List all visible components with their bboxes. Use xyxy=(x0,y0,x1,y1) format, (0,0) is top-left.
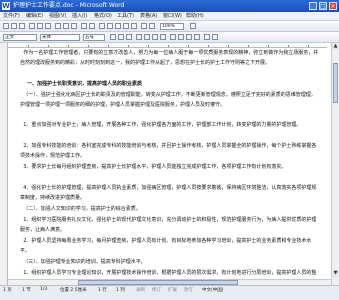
window-title: 护理护士工作要点.doc - Microsoft Word xyxy=(13,2,125,9)
paragraph-item: （一）、强护士强化化病区护士长的职责及的管理职能，转变从护理工作，不断更新管理观… xyxy=(20,92,316,108)
close-button[interactable]: × xyxy=(329,2,337,10)
standard-toolbar: 100% xyxy=(0,21,339,32)
minimize-button[interactable]: _ xyxy=(309,2,317,10)
cut-icon[interactable] xyxy=(55,23,61,29)
section-heading: 一、加强护士长职责意识，提高护理人员的职业素质 xyxy=(20,81,142,87)
menu-insert[interactable]: 插入(I) xyxy=(72,12,87,21)
bold-icon[interactable] xyxy=(110,34,116,40)
align-center-icon[interactable] xyxy=(144,34,150,40)
status-position: 1/3 xyxy=(40,287,48,292)
scroll-up-icon[interactable]: ▲ xyxy=(332,43,339,50)
maximize-button[interactable]: □ xyxy=(319,2,327,10)
help-icon[interactable] xyxy=(190,23,196,29)
menu-format[interactable]: 格式(O) xyxy=(94,12,112,21)
vertical-ruler xyxy=(0,43,8,285)
status-at: 位置 2.5厘米 xyxy=(60,288,87,293)
print-preview-icon[interactable] xyxy=(37,23,43,29)
undo-icon[interactable] xyxy=(81,23,87,29)
drawing-icon[interactable] xyxy=(131,23,137,29)
paragraph-item: 3、要求护士长每月组织护理查房，提高护士长护理水平，护理人员能独立完成护理工作，… xyxy=(20,164,287,170)
underline-icon[interactable] xyxy=(126,34,132,40)
status-ext[interactable]: 扩展 xyxy=(168,287,177,293)
excel-icon[interactable] xyxy=(115,23,121,29)
copy-icon[interactable] xyxy=(63,23,69,29)
italic-icon[interactable] xyxy=(118,34,124,40)
status-rec[interactable]: 录制 xyxy=(136,287,145,293)
scroll-thumb[interactable] xyxy=(333,63,338,103)
decrease-indent-icon[interactable] xyxy=(186,34,192,40)
menu-view[interactable]: 视图(V) xyxy=(49,12,66,21)
new-icon[interactable] xyxy=(3,23,9,29)
spelling-icon[interactable] xyxy=(45,23,51,29)
increase-indent-icon[interactable] xyxy=(194,34,200,40)
bullets-icon[interactable] xyxy=(178,34,184,40)
paragraph-item: （二）、加强人文知识的学习，提高护士的综合素质。 xyxy=(20,206,141,212)
menu-edit[interactable]: 编辑(E) xyxy=(26,12,43,21)
style-select[interactable]: 正文 xyxy=(3,34,37,41)
menu-bar: 文件(F) 编辑(E) 视图(V) 插入(I) 格式(O) 工具(T) 表格(A… xyxy=(0,12,339,21)
paste-icon[interactable] xyxy=(71,23,77,29)
show-hide-icon[interactable] xyxy=(149,23,155,29)
vertical-scrollbar[interactable]: ▲ ▼ xyxy=(331,43,339,285)
status-line: 1 行 xyxy=(98,288,107,293)
status-section: 1 节 xyxy=(22,288,31,293)
status-ovr[interactable]: 改写 xyxy=(184,287,193,293)
menu-file[interactable]: 文件(F) xyxy=(3,12,20,21)
align-right-icon[interactable] xyxy=(152,34,158,40)
scroll-down-icon[interactable]: ▼ xyxy=(332,270,339,277)
highlight-icon[interactable] xyxy=(204,34,210,40)
menu-help[interactable]: 帮助(H) xyxy=(186,12,204,21)
font-color-icon[interactable] xyxy=(212,34,218,40)
formatting-toolbar: 正文 宋体 五号 xyxy=(0,32,339,43)
table-icon[interactable] xyxy=(107,23,113,29)
paragraph-item: 2、加强专科技能的培训：各科室完成专科的技能培训与考核，并且护士操作考核，护理人… xyxy=(20,143,317,159)
save-icon[interactable] xyxy=(19,23,25,29)
font-size-select[interactable]: 五号 xyxy=(83,34,105,41)
status-language: 中文(中国) xyxy=(202,288,224,293)
paragraph-item: （三）、加强护理专业知识的培训，提高专科护理水平。 xyxy=(20,259,146,265)
font-select[interactable]: 宋体 xyxy=(40,34,80,41)
paragraph-item: 1、组织学习医院服务礼仪文化，强化护士的现代护理文化意识，充分调动护士的积极性，… xyxy=(20,217,317,233)
status-page: 1 页 xyxy=(3,288,12,293)
document-page[interactable]: 作为一名护理工作管理者，只要有的立意才改善人，努力为每一位病人服于每一项优质服务… xyxy=(8,48,331,285)
document-map-icon[interactable] xyxy=(141,23,147,29)
status-col: 1 列 xyxy=(116,288,125,293)
align-left-icon[interactable] xyxy=(136,34,142,40)
justify-icon[interactable] xyxy=(160,34,166,40)
print-icon[interactable] xyxy=(29,23,35,29)
status-bar: 1 页 1 节 1/3 位置 2.5厘米 1 行 1 列 录制 修订 扩展 改写… xyxy=(0,285,339,300)
numbering-icon[interactable] xyxy=(170,34,176,40)
menu-window[interactable]: 窗口(W) xyxy=(163,12,182,21)
paragraph-item: 2、护理人员坚持每周业务学习，每月护理查房，护理人员有计划、有目标地参加各种学习… xyxy=(20,238,312,254)
paragraph-item: 1、重点加强对专业护士，病人管理，开展各种工作，强化护理各方面的工作，护理部工作… xyxy=(20,122,302,128)
paragraph-intro: 作为一名护理工作管理者，只要有的立意才改善人，努力为每一位病人服于每一项优质服务… xyxy=(20,50,319,66)
menu-table[interactable]: 表格(A) xyxy=(140,12,157,21)
paragraph-item: 4、强化护士长的护理管理，提高护理人员执业素质，加强病区管理，护理人员按要求着装… xyxy=(20,185,317,201)
hyperlink-icon[interactable] xyxy=(99,23,105,29)
title-bar: W 护理护士工作要点.doc - Microsoft Word _ □ × xyxy=(0,0,339,12)
redo-icon[interactable] xyxy=(89,23,95,29)
open-icon[interactable] xyxy=(11,23,17,29)
zoom-select[interactable]: 100% xyxy=(160,23,184,30)
menu-tools[interactable]: 工具(T) xyxy=(117,12,134,21)
word-app-icon[interactable]: W xyxy=(2,2,10,10)
columns-icon[interactable] xyxy=(123,23,129,29)
status-rev[interactable]: 修订 xyxy=(152,287,161,293)
